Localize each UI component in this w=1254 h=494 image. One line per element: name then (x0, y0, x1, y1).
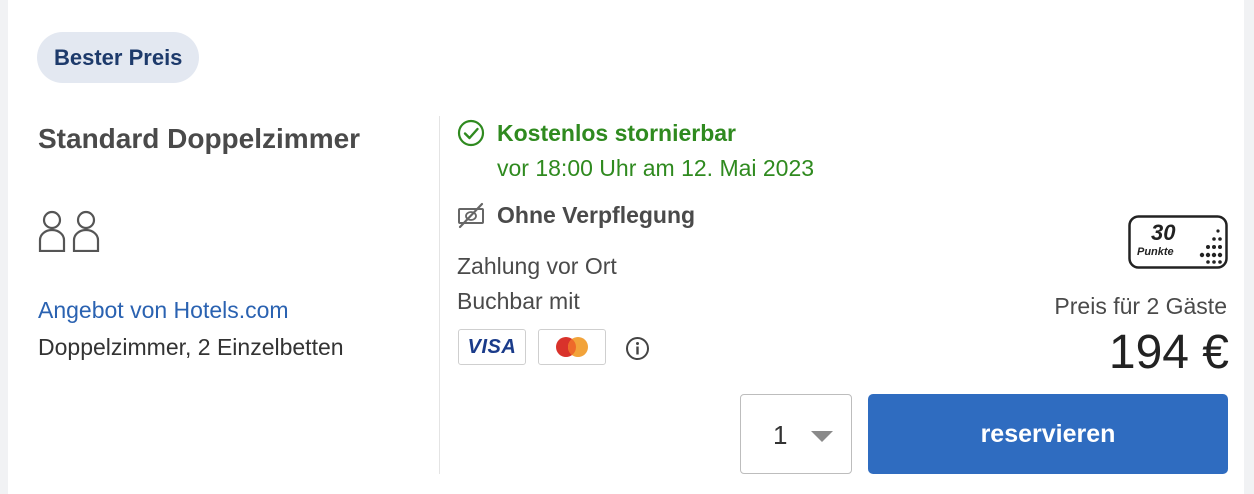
reserve-button[interactable]: reservieren (868, 394, 1228, 474)
meal-row: Ohne Verpflegung (457, 201, 695, 229)
room-quantity-select[interactable]: 1 (740, 394, 852, 474)
payment-onsite-text: Zahlung vor Ort (457, 253, 617, 279)
card-right-edge (1244, 0, 1254, 494)
best-price-badge: Bester Preis (37, 32, 200, 83)
offer-provider-link[interactable]: Angebot von Hotels.com (38, 297, 289, 324)
points-badge: 30 Punkte (1128, 215, 1228, 269)
room-quantity-value: 1 (773, 420, 788, 450)
column-divider (439, 116, 440, 474)
price-guests-label: Preis für 2 Gäste (1054, 293, 1227, 319)
chevron-down-icon (811, 431, 833, 442)
cancellation-row: Kostenlos stornierbar (457, 119, 736, 147)
cancellation-title: Kostenlos stornierbar (497, 119, 736, 146)
room-title: Standard Doppelzimmer (38, 123, 361, 154)
meal-title: Ohne Verpflegung (497, 201, 696, 228)
total-price: 194 € (1108, 326, 1229, 379)
offer-card: Bester Preis Standard Doppelzimmer Angeb… (0, 0, 1254, 494)
points-value: 30 (1151, 220, 1176, 245)
bookable-with-label: Buchbar mit (457, 288, 580, 314)
check-circle-icon (457, 119, 485, 147)
points-label: Punkte (1137, 246, 1174, 258)
info-icon[interactable] (625, 336, 650, 361)
card-left-edge (0, 0, 8, 494)
two-persons-icon (38, 210, 100, 252)
no-meal-icon (458, 202, 484, 229)
mastercard-circles-icon (556, 337, 588, 357)
mastercard-logo (538, 329, 606, 365)
room-description: Doppelzimmer, 2 Einzelbetten (38, 334, 344, 360)
visa-card-logo: VISA (458, 329, 526, 365)
cancellation-deadline: vor 18:00 Uhr am 12. Mai 2023 (497, 155, 815, 181)
